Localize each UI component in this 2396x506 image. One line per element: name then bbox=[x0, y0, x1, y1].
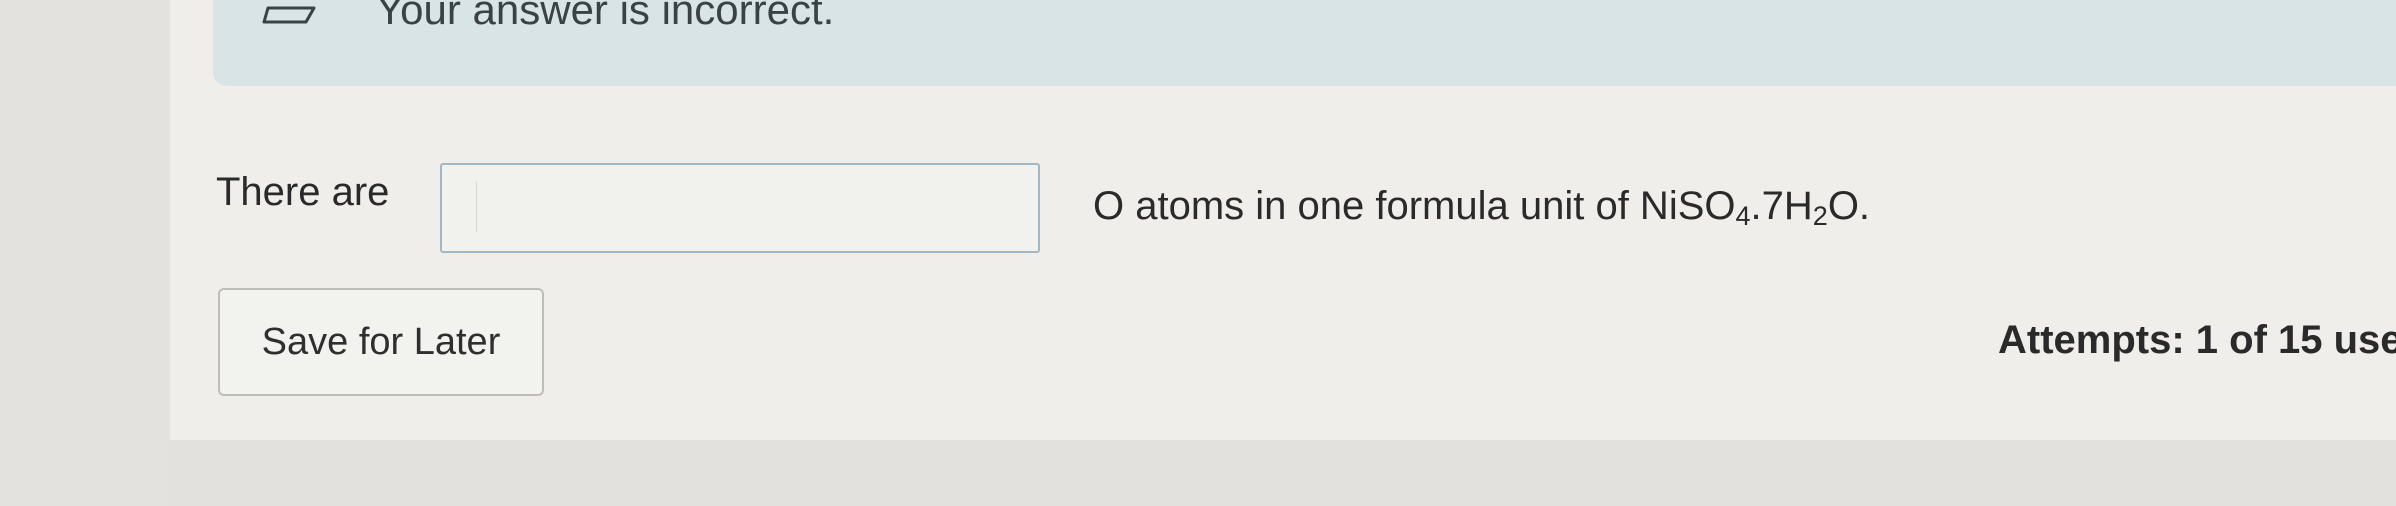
formula-hydrate: .7H bbox=[1750, 184, 1813, 228]
formula-subscript-2: 2 bbox=[1812, 201, 1828, 231]
save-for-later-button[interactable]: Save for Later bbox=[218, 288, 544, 396]
question-suffix-text: O atoms in one formula unit of NiSO bbox=[1093, 184, 1736, 228]
question-suffix: O atoms in one formula unit of NiSO4.7H2… bbox=[1093, 184, 1871, 231]
text-cursor bbox=[476, 182, 477, 232]
answer-input[interactable] bbox=[440, 163, 1040, 253]
feedback-message: Your answer is incorrect. bbox=[376, 0, 835, 33]
formula-end: O. bbox=[1827, 184, 1871, 228]
incorrect-icon bbox=[262, 6, 316, 24]
formula-subscript-4: 4 bbox=[1735, 201, 1751, 231]
question-prefix: There are bbox=[216, 170, 390, 214]
attempts-counter: Attempts: 1 of 15 use bbox=[1998, 318, 2396, 362]
card-footer-shadow bbox=[170, 440, 2396, 506]
